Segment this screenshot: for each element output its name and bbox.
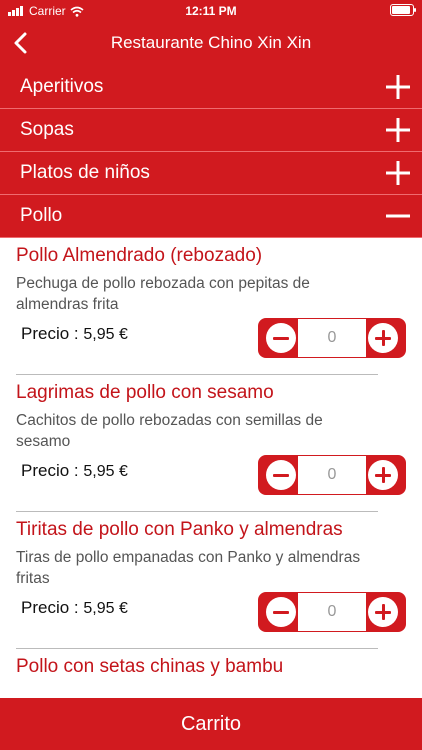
price-value: 5,95 € — [83, 600, 128, 617]
section-label: Sopas — [20, 119, 74, 140]
status-time: 12:11 PM — [185, 4, 237, 18]
quantity-value: 0 — [298, 593, 366, 631]
price-value: 5,95 € — [83, 326, 128, 343]
section-aperitivos[interactable]: Aperitivos — [0, 66, 422, 109]
item-name: Tiritas de pollo con Panko y almendras — [16, 519, 343, 540]
menu-sections: Aperitivos Sopas Platos de niños Pollo — [0, 66, 422, 238]
plus-icon[interactable] — [384, 159, 412, 187]
quantity-stepper: 0 — [258, 318, 406, 358]
plus-icon[interactable] — [384, 73, 412, 101]
top-bar: Carrier 12:11 PM Restaurante Chino Xin X… — [0, 0, 422, 66]
item-description: Pechuga de pollo rebozada con pepitas de… — [16, 275, 310, 313]
item-description: Cachitos de pollo rebozadas con semillas… — [16, 412, 323, 450]
status-bar: Carrier 12:11 PM — [0, 0, 422, 22]
increment-button[interactable] — [368, 323, 398, 353]
increment-button[interactable] — [368, 460, 398, 490]
battery-icon — [390, 4, 416, 16]
decrement-button[interactable] — [266, 597, 296, 627]
item-description: Tiras de pollo empanadas con Panko y alm… — [16, 549, 361, 587]
quantity-stepper: 0 — [258, 592, 406, 632]
quantity-value: 0 — [298, 456, 366, 494]
price-label: Precio : — [21, 324, 79, 343]
item-name: Pollo con setas chinas y bambu — [16, 656, 284, 677]
list-item: Pollo Almendrado (rebozado) Pechuga de p… — [0, 238, 422, 375]
list-item: Tiritas de pollo con Panko y almendras T… — [0, 512, 422, 649]
page-title: Restaurante Chino Xin Xin — [110, 33, 312, 52]
price-label: Precio : — [21, 598, 79, 617]
section-label: Pollo — [20, 205, 63, 226]
item-list: Pollo Almendrado (rebozado) Pechuga de p… — [0, 238, 422, 698]
item-name: Pollo Almendrado (rebozado) — [16, 245, 263, 266]
price-row: Precio : 5,95 € — [21, 461, 128, 481]
list-item: Lagrimas de pollo con sesamo Cachitos de… — [0, 375, 422, 512]
section-sopas[interactable]: Sopas — [0, 109, 422, 152]
cart-button[interactable]: Carrito — [0, 698, 422, 750]
section-pollo[interactable]: Pollo — [0, 195, 422, 238]
decrement-button[interactable] — [266, 460, 296, 490]
minus-icon[interactable] — [384, 202, 412, 230]
decrement-button[interactable] — [266, 323, 296, 353]
price-value: 5,95 € — [83, 463, 128, 480]
section-platos-de-ninos[interactable]: Platos de niños — [0, 152, 422, 195]
quantity-value: 0 — [298, 319, 366, 357]
nav-bar: Restaurante Chino Xin Xin — [0, 22, 422, 66]
increment-button[interactable] — [368, 597, 398, 627]
price-label: Precio : — [21, 461, 79, 480]
item-name: Lagrimas de pollo con sesamo — [16, 382, 274, 403]
plus-icon[interactable] — [384, 116, 412, 144]
price-row: Precio : 5,95 € — [21, 598, 128, 618]
quantity-stepper: 0 — [258, 455, 406, 495]
section-label: Platos de niños — [20, 162, 150, 183]
section-label: Aperitivos — [20, 76, 104, 97]
list-item: Pollo con setas chinas y bambu — [0, 649, 422, 698]
price-row: Precio : 5,95 € — [21, 324, 128, 344]
